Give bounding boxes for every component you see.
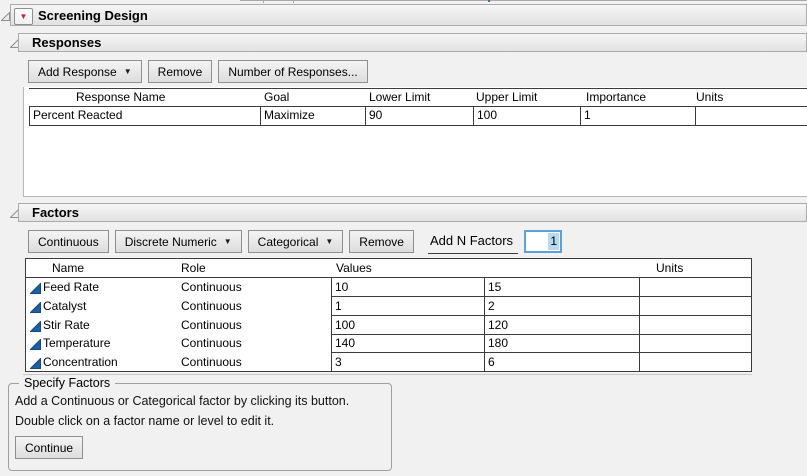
response-name-cell[interactable]: Percent Reacted [30,107,260,125]
factor-value-low-cell[interactable]: 140 [335,335,355,352]
screening-design-header[interactable]: ▼ Screening Design [10,4,807,26]
disclosure-open-icon[interactable] [1,10,10,24]
col-header-upper-limit: Upper Limit [476,89,537,106]
factor-row: Stir Rate Continuous 100 120 [26,316,751,334]
discrete-numeric-button[interactable]: Discrete Numeric ▼ [115,230,242,253]
responses-section-header[interactable]: Responses [18,33,807,52]
specify-factors-panel: Specify Factors Add a Continuous or Cate… [8,383,392,471]
add-n-factors-value: 1 [548,233,559,250]
factor-value-low-cell[interactable]: 3 [335,353,342,371]
responses-title: Responses [32,34,101,53]
add-response-label: Add Response [38,65,117,79]
clipped-content-tick [293,0,294,3]
page-title: Screening Design [38,5,148,27]
factor-value-high-cell[interactable]: 2 [488,297,495,315]
factor-role-cell[interactable]: Continuous [181,297,242,315]
factor-role-cell[interactable]: Continuous [181,316,242,334]
factors-table: Name Role Values Units Feed Rate Continu… [25,258,752,372]
add-n-factors-label: Add N Factors [428,230,518,254]
factor-role-cell[interactable]: Continuous [181,353,242,371]
factor-name-cell[interactable]: Concentration [43,353,118,371]
discrete-numeric-label: Discrete Numeric [125,235,217,249]
red-triangle-icon: ▼ [20,13,28,21]
screening-design-window: ▼ Screening Design Responses Add Respons… [0,0,807,476]
continue-button[interactable]: Continue [15,436,83,459]
factor-name-cell[interactable]: Temperature [43,335,110,352]
factors-table-shadow [23,374,752,375]
col-header-values: Values [336,260,372,277]
clipped-content-tick [488,0,490,2]
factor-row: Temperature Continuous 140 180 [26,335,751,352]
response-importance-cell[interactable]: 1 [580,107,695,125]
add-n-factors-input[interactable]: 1 [524,230,562,253]
continuous-label: Continuous [38,235,99,249]
instructions-line-2: Double click on a factor name or level t… [15,414,274,428]
col-header-response-name: Response Name [76,89,165,106]
factor-role-cell[interactable]: Continuous [181,335,242,352]
chevron-down-icon: ▼ [224,238,232,246]
factor-value-high-cell[interactable]: 6 [488,353,495,371]
factor-row: Feed Rate Continuous 10 15 [26,278,751,296]
col-header-factor-units: Units [656,260,683,277]
col-header-role: Role [181,260,206,277]
response-row: Percent Reacted Maximize 90 100 1 [29,106,807,126]
remove-factor-label: Remove [359,235,404,249]
response-goal-cell[interactable]: Maximize [260,107,365,125]
factor-value-low-cell[interactable]: 100 [335,316,355,334]
continuous-button[interactable]: Continuous [28,230,109,253]
factor-value-high-cell[interactable]: 120 [488,316,508,334]
factors-title: Factors [32,204,79,223]
factor-row: Catalyst Continuous 1 2 [26,297,751,315]
factor-name-cell[interactable]: Feed Rate [43,278,99,296]
clipped-content-tick [263,0,264,3]
col-header-lower-limit: Lower Limit [369,89,430,106]
remove-factor-button[interactable]: Remove [349,230,414,253]
add-response-button[interactable]: Add Response ▼ [28,60,142,83]
factor-value-low-cell[interactable]: 1 [335,297,342,315]
factor-name-cell[interactable]: Catalyst [43,297,86,315]
factor-value-high-cell[interactable]: 15 [488,278,501,296]
col-header-name: Name [52,260,84,277]
col-header-importance: Importance [586,89,646,106]
factor-value-high-cell[interactable]: 180 [488,335,508,352]
chevron-down-icon: ▼ [325,238,333,246]
remove-response-label: Remove [158,65,203,79]
responses-table: Response Name Goal Lower Limit Upper Lim… [23,87,807,197]
number-of-responses-label: Number of Responses... [228,65,357,79]
remove-response-button[interactable]: Remove [148,60,213,83]
categorical-button[interactable]: Categorical ▼ [248,230,344,253]
response-upper-limit-cell[interactable]: 100 [473,107,580,125]
col-header-units: Units [696,89,723,106]
response-lower-limit-cell[interactable]: 90 [365,107,473,125]
factors-section-header[interactable]: Factors [18,203,807,222]
factor-value-low-cell[interactable]: 10 [335,278,348,296]
factor-row: Concentration Continuous 3 6 [26,353,751,371]
instructions-line-1: Add a Continuous or Categorical factor b… [15,394,349,408]
clipped-content-edge [240,0,807,1]
factor-name-cell[interactable]: Stir Rate [43,316,90,334]
continuous-factor-icon [30,356,41,374]
factor-role-cell[interactable]: Continuous [181,278,242,296]
specify-factors-title: Specify Factors [19,376,115,390]
number-of-responses-button[interactable]: Number of Responses... [218,60,367,83]
response-units-cell[interactable] [695,107,807,125]
categorical-label: Categorical [258,235,319,249]
red-triangle-menu-button[interactable]: ▼ [14,8,33,25]
continue-label: Continue [25,441,73,455]
chevron-down-icon: ▼ [124,68,132,76]
col-header-goal: Goal [264,89,289,106]
